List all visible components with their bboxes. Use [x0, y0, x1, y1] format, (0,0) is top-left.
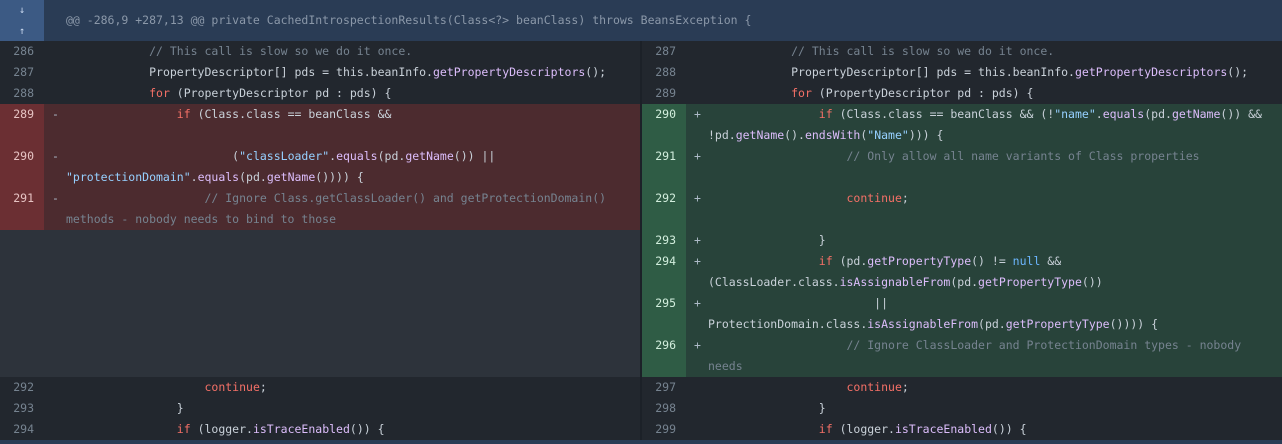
- diff-line: 288 for (PropertyDescriptor pd : pds) {: [0, 83, 640, 104]
- code-text: continue;: [846, 191, 909, 205]
- addition-marker: +: [694, 254, 701, 268]
- code-text: // Ignore Class.getClassLoader() and get…: [66, 191, 607, 226]
- code-text: continue;: [204, 380, 267, 394]
- diff-line: 293 + }: [642, 230, 1282, 251]
- line-number[interactable]: 291: [642, 146, 686, 188]
- code-text: ("classLoader".equals(pd.getName()) || "…: [66, 149, 496, 184]
- right-pane: 287 // This call is slow so we do it onc…: [642, 41, 1282, 440]
- addition-marker: +: [694, 296, 701, 310]
- code-text: }: [708, 401, 826, 415]
- line-number[interactable]: 290: [0, 146, 44, 188]
- code-text: if (Class.class == beanClass && (!"name"…: [708, 107, 1262, 142]
- addition-marker: +: [694, 338, 701, 352]
- line-number[interactable]: 287: [642, 41, 686, 62]
- line-number[interactable]: 292: [0, 377, 44, 398]
- expand-down-button[interactable]: ↑: [0, 21, 44, 41]
- line-number[interactable]: 294: [642, 251, 686, 293]
- deletion-marker: -: [52, 149, 59, 163]
- diff-line: 289- if (Class.class == beanClass &&: [0, 104, 640, 146]
- empty-filler: [0, 230, 640, 377]
- hunk-footer-bar: [0, 440, 1282, 444]
- code-text: for (PropertyDescriptor pd : pds) {: [149, 86, 392, 100]
- line-number[interactable]: 289: [642, 83, 686, 104]
- diff-line: 290 + if (Class.class == beanClass && (!"…: [642, 104, 1282, 146]
- code-text: continue;: [846, 380, 909, 394]
- diff-line: 294 if (logger.isTraceEnabled()) {: [0, 419, 640, 440]
- code-text: if (Class.class == beanClass &&: [176, 107, 392, 121]
- line-number[interactable]: 289: [0, 104, 44, 146]
- line-number[interactable]: 290: [642, 104, 686, 146]
- left-pane: 286 // This call is slow so we do it onc…: [0, 41, 640, 440]
- code-text: if (logger.isTraceEnabled()) {: [818, 422, 1027, 436]
- code-text: }: [708, 233, 826, 247]
- line-number[interactable]: 286: [0, 41, 44, 62]
- line-number[interactable]: 298: [642, 398, 686, 419]
- line-number[interactable]: 288: [642, 62, 686, 83]
- code-text: || ProtectionDomain.class.isAssignableFr…: [708, 296, 1159, 331]
- expand-down-icon: ↑: [18, 25, 26, 37]
- addition-marker: +: [694, 233, 701, 247]
- diff-line: 286 // This call is slow so we do it onc…: [0, 41, 640, 62]
- hunk-header-text: @@ -286,9 +287,13 @@ private CachedIntro…: [66, 13, 752, 27]
- line-number[interactable]: 292: [642, 188, 686, 230]
- diff-line: 292 continue;: [0, 377, 640, 398]
- diff-line: 294 + if (pd.getPropertyType() != null &&…: [642, 251, 1282, 293]
- diff-line: 299 if (logger.isTraceEnabled()) {: [642, 419, 1282, 440]
- diff-line: 297 continue;: [642, 377, 1282, 398]
- code-text: for (PropertyDescriptor pd : pds) {: [791, 86, 1034, 100]
- code-text: // This call is slow so we do it once.: [708, 44, 1055, 58]
- line-number[interactable]: 297: [642, 377, 686, 398]
- deletion-marker: -: [52, 191, 59, 205]
- line-number[interactable]: 296: [642, 335, 686, 377]
- code-text: // This call is slow so we do it once.: [66, 44, 413, 58]
- expand-up-button[interactable]: ↓: [0, 0, 44, 20]
- line-number[interactable]: 295: [642, 293, 686, 335]
- code-text: PropertyDescriptor[] pds = this.beanInfo…: [708, 65, 1249, 79]
- expand-up-icon: ↓: [18, 4, 26, 16]
- code-text: if (pd.getPropertyType() != null && (Cla…: [708, 254, 1103, 289]
- line-number[interactable]: 294: [0, 419, 44, 440]
- diff-line: 291- // Ignore Class.getClassLoader() an…: [0, 188, 640, 230]
- code-text: PropertyDescriptor[] pds = this.beanInfo…: [66, 65, 607, 79]
- diff-line: 296 + // Ignore ClassLoader and Protectio…: [642, 335, 1282, 394]
- diff-line: 293 }: [0, 398, 640, 419]
- diff-line: 298 }: [642, 398, 1282, 419]
- line-number[interactable]: 287: [0, 62, 44, 83]
- line-number[interactable]: 291: [0, 188, 44, 230]
- line-number[interactable]: 299: [642, 419, 686, 440]
- diff-line: 291 + // Only allow all name variants of …: [642, 146, 1282, 188]
- code-text: if (logger.isTraceEnabled()) {: [176, 422, 385, 436]
- diff-line: 288 PropertyDescriptor[] pds = this.bean…: [642, 62, 1282, 83]
- hunk-header: ↓ ↑ @@ -286,9 +287,13 @@ private CachedI…: [0, 0, 1282, 41]
- addition-marker: +: [694, 107, 701, 121]
- addition-marker: +: [694, 149, 701, 163]
- diff-line: 290- ("classLoader".equals(pd.getName())…: [0, 146, 640, 188]
- line-number[interactable]: 293: [0, 398, 44, 419]
- diff-line: 292 + continue;: [642, 188, 1282, 230]
- diff-line: 295 + || ProtectionDomain.class.isAssigna…: [642, 293, 1282, 335]
- deletion-marker: -: [52, 107, 59, 121]
- expand-gutter: ↓ ↑: [0, 0, 44, 41]
- diff-line: 287 PropertyDescriptor[] pds = this.bean…: [0, 62, 640, 83]
- diff-line: 287 // This call is slow so we do it onc…: [642, 41, 1282, 62]
- line-number[interactable]: 288: [0, 83, 44, 104]
- line-number[interactable]: 293: [642, 230, 686, 251]
- code-text: // Only allow all name variants of Class…: [708, 149, 1200, 163]
- code-text: }: [66, 401, 184, 415]
- addition-marker: +: [694, 191, 701, 205]
- diff-line: 289 for (PropertyDescriptor pd : pds) {: [642, 83, 1282, 104]
